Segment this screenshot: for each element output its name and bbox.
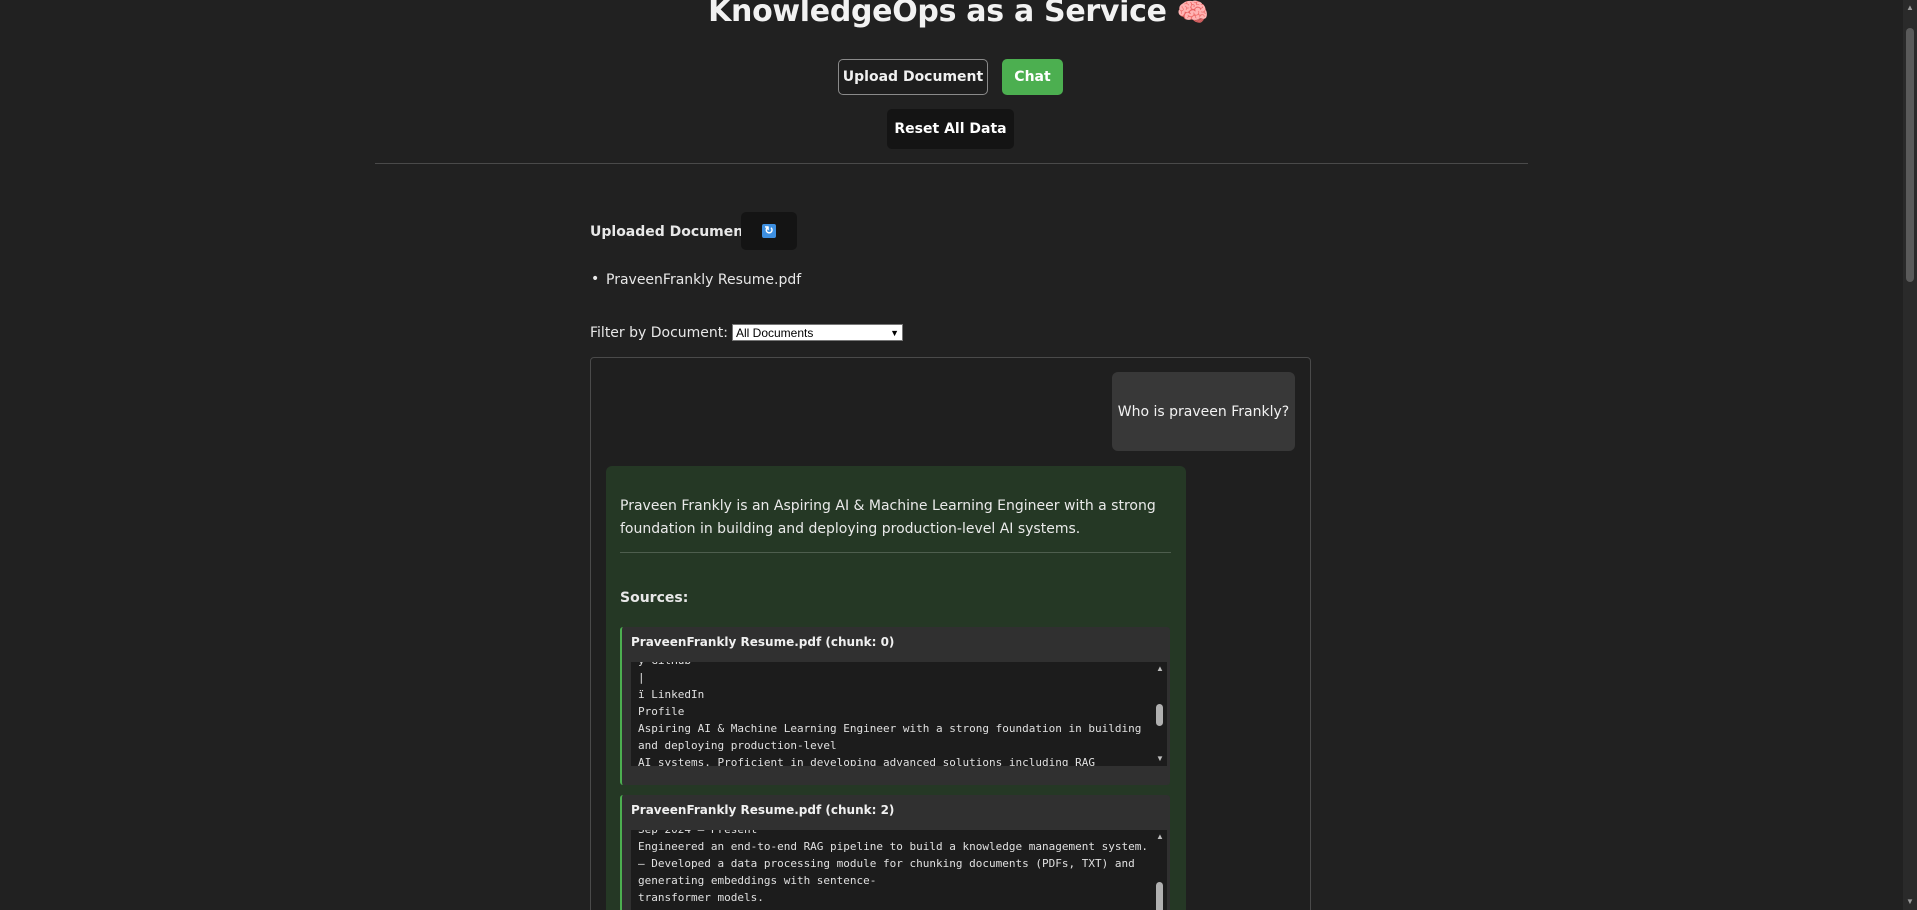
brain-icon: 🧠: [1176, 0, 1209, 28]
page-title: KnowledgeOps as a Service 🧠: [0, 0, 1917, 29]
filter-row: Filter by Document: All Documents ▼: [590, 324, 903, 341]
user-message: Who is praveen Frankly?: [1112, 372, 1295, 451]
header-divider: [375, 163, 1528, 164]
document-list-item: PraveenFrankly Resume.pdf: [591, 271, 801, 288]
sources-heading: Sources:: [620, 590, 689, 606]
user-message-text: Who is praveen Frankly?: [1117, 403, 1290, 420]
scroll-down-icon[interactable]: ▼: [1903, 894, 1917, 910]
page-scrollbar-thumb[interactable]: [1906, 28, 1914, 282]
scroll-down-icon[interactable]: ▼: [1153, 752, 1167, 766]
filter-selected-value: All Documents: [736, 325, 814, 340]
source-title: PraveenFrankly Resume.pdf (chunk: 2): [631, 803, 895, 817]
source-content-box[interactable]: Sep 2024 – Present Engineered an end-to-…: [631, 830, 1167, 910]
chevron-down-icon: ▼: [890, 327, 899, 338]
assistant-answer-text: Praveen Frankly is an Aspiring AI & Mach…: [620, 498, 1156, 537]
source-title: PraveenFrankly Resume.pdf (chunk: 0): [631, 635, 895, 649]
source-content-text: y GitHub | ï LinkedIn Profile Aspiring A…: [638, 662, 1142, 766]
upload-document-button[interactable]: Upload Document: [838, 59, 988, 95]
scroll-up-icon[interactable]: ▲: [1153, 830, 1167, 844]
document-filter-select[interactable]: All Documents ▼: [732, 324, 903, 341]
scroll-up-icon[interactable]: ▲: [1153, 662, 1167, 676]
refresh-documents-button[interactable]: ↻: [741, 212, 797, 250]
refresh-icon: ↻: [762, 224, 776, 238]
source-content-text: Sep 2024 – Present Engineered an end-to-…: [638, 830, 1148, 904]
page-scrollbar[interactable]: ▲ ▼: [1903, 0, 1917, 910]
chat-button[interactable]: Chat: [1002, 59, 1063, 95]
source-scrollbar[interactable]: ▲: [1153, 830, 1167, 910]
source-card: PraveenFrankly Resume.pdf (chunk: 2) Sep…: [620, 795, 1170, 910]
filter-label: Filter by Document:: [590, 324, 728, 341]
document-list: PraveenFrankly Resume.pdf: [591, 271, 801, 288]
source-content-box[interactable]: y GitHub | ï LinkedIn Profile Aspiring A…: [631, 662, 1167, 766]
uploaded-documents-heading: Uploaded Documents: [590, 224, 759, 240]
scrollbar-thumb[interactable]: [1156, 704, 1163, 726]
page: KnowledgeOps as a Service 🧠 Upload Docum…: [0, 0, 1917, 910]
scrollbar-thumb[interactable]: [1156, 882, 1163, 910]
source-card: PraveenFrankly Resume.pdf (chunk: 0) y G…: [620, 627, 1170, 785]
reset-all-data-button[interactable]: Reset All Data: [887, 109, 1014, 149]
title-text: KnowledgeOps as a Service: [708, 0, 1167, 29]
answer-divider: [620, 552, 1171, 553]
source-scrollbar[interactable]: ▲ ▼: [1153, 662, 1167, 766]
scroll-up-icon[interactable]: ▲: [1903, 0, 1917, 16]
